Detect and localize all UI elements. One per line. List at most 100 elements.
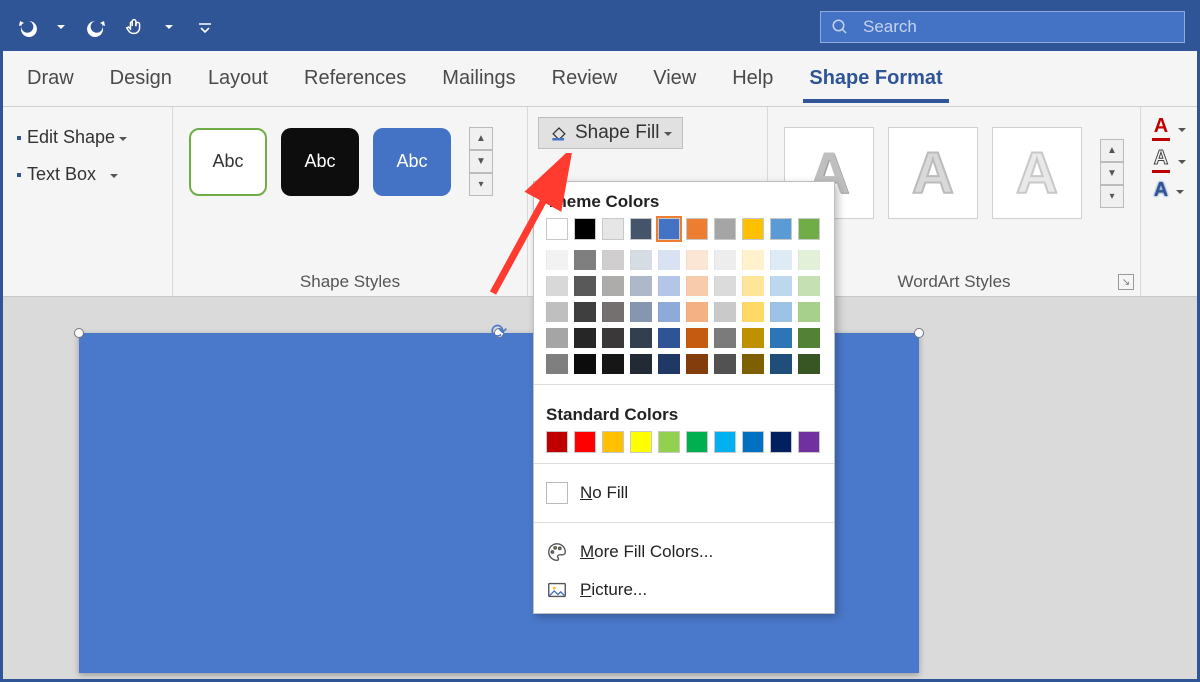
color-swatch[interactable] <box>686 276 708 296</box>
color-swatch[interactable] <box>546 218 568 240</box>
color-swatch[interactable] <box>798 302 820 322</box>
search-box[interactable]: Search <box>820 11 1185 43</box>
color-swatch[interactable] <box>770 276 792 296</box>
wordart-style-3[interactable]: A <box>992 127 1082 219</box>
color-swatch[interactable] <box>574 250 596 270</box>
touch-mode-button[interactable] <box>119 11 151 43</box>
color-swatch[interactable] <box>658 276 680 296</box>
wa-gallery-up[interactable]: ▲ <box>1100 139 1124 162</box>
color-swatch[interactable] <box>798 431 820 453</box>
color-swatch[interactable] <box>630 354 652 374</box>
color-swatch[interactable] <box>798 328 820 348</box>
color-swatch[interactable] <box>798 354 820 374</box>
color-swatch[interactable] <box>798 218 820 240</box>
color-swatch[interactable] <box>630 302 652 322</box>
color-swatch[interactable] <box>574 276 596 296</box>
shape-style-2[interactable]: Abc <box>281 128 359 196</box>
wa-gallery-more[interactable]: ▾ <box>1100 185 1124 208</box>
color-swatch[interactable] <box>714 218 736 240</box>
color-swatch[interactable] <box>770 354 792 374</box>
color-swatch[interactable] <box>546 328 568 348</box>
tab-help[interactable]: Help <box>714 51 791 107</box>
text-box-button[interactable]: Text Box <box>13 158 122 191</box>
rotate-handle[interactable]: ⟳ <box>491 319 508 344</box>
color-swatch[interactable] <box>742 431 764 453</box>
tab-layout[interactable]: Layout <box>190 51 286 107</box>
color-swatch[interactable] <box>714 276 736 296</box>
wordart-launcher[interactable]: ↘ <box>1118 274 1134 290</box>
color-swatch[interactable] <box>574 431 596 453</box>
color-swatch[interactable] <box>546 250 568 270</box>
color-swatch[interactable] <box>714 431 736 453</box>
color-swatch[interactable] <box>658 328 680 348</box>
color-swatch[interactable] <box>658 302 680 322</box>
color-swatch[interactable] <box>686 250 708 270</box>
color-swatch[interactable] <box>686 302 708 322</box>
shape-style-3[interactable]: Abc <box>373 128 451 196</box>
touch-mode-dropdown[interactable] <box>151 11 183 43</box>
color-swatch[interactable] <box>742 276 764 296</box>
color-swatch[interactable] <box>546 302 568 322</box>
tab-draw[interactable]: Draw <box>9 51 92 107</box>
color-swatch[interactable] <box>546 276 568 296</box>
no-fill-option[interactable]: No Fill <box>534 474 834 512</box>
tab-references[interactable]: References <box>286 51 424 107</box>
color-swatch[interactable] <box>602 431 624 453</box>
color-swatch[interactable] <box>574 354 596 374</box>
color-swatch[interactable] <box>742 354 764 374</box>
more-fill-colors-option[interactable]: More Fill Colors... <box>534 533 834 571</box>
color-swatch[interactable] <box>602 276 624 296</box>
color-swatch[interactable] <box>574 302 596 322</box>
color-swatch[interactable] <box>742 250 764 270</box>
gallery-more[interactable]: ▾ <box>469 173 493 196</box>
picture-fill-option[interactable]: Picture... <box>534 571 834 609</box>
color-swatch[interactable] <box>630 218 652 240</box>
undo-button[interactable] <box>11 11 43 43</box>
text-outline-button[interactable]: A <box>1152 147 1186 173</box>
color-swatch[interactable] <box>686 431 708 453</box>
color-swatch[interactable] <box>686 218 708 240</box>
color-swatch[interactable] <box>742 302 764 322</box>
color-swatch[interactable] <box>602 218 624 240</box>
color-swatch[interactable] <box>714 328 736 348</box>
color-swatch[interactable] <box>714 354 736 374</box>
color-swatch[interactable] <box>798 276 820 296</box>
color-swatch[interactable] <box>574 218 596 240</box>
undo-dropdown[interactable] <box>43 11 75 43</box>
color-swatch[interactable] <box>658 431 680 453</box>
redo-button[interactable] <box>81 11 113 43</box>
color-swatch[interactable] <box>658 218 680 240</box>
shape-style-1[interactable]: Abc <box>189 128 267 196</box>
color-swatch[interactable] <box>574 328 596 348</box>
color-swatch[interactable] <box>770 250 792 270</box>
color-swatch[interactable] <box>770 431 792 453</box>
customize-qat-button[interactable] <box>189 11 221 43</box>
color-swatch[interactable] <box>714 250 736 270</box>
color-swatch[interactable] <box>686 328 708 348</box>
color-swatch[interactable] <box>546 431 568 453</box>
gallery-row-down[interactable]: ▼ <box>469 150 493 173</box>
color-swatch[interactable] <box>742 328 764 348</box>
text-fill-button[interactable]: A <box>1152 115 1186 141</box>
color-swatch[interactable] <box>770 302 792 322</box>
color-swatch[interactable] <box>630 250 652 270</box>
color-swatch[interactable] <box>658 354 680 374</box>
gallery-row-up[interactable]: ▲ <box>469 127 493 150</box>
color-swatch[interactable] <box>630 328 652 348</box>
color-swatch[interactable] <box>602 302 624 322</box>
color-swatch[interactable] <box>798 250 820 270</box>
color-swatch[interactable] <box>658 250 680 270</box>
tab-review[interactable]: Review <box>534 51 636 107</box>
tab-view[interactable]: View <box>635 51 714 107</box>
color-swatch[interactable] <box>686 354 708 374</box>
color-swatch[interactable] <box>630 431 652 453</box>
shape-fill-button[interactable]: Shape Fill <box>538 117 683 149</box>
color-swatch[interactable] <box>602 328 624 348</box>
color-swatch[interactable] <box>770 218 792 240</box>
wordart-style-2[interactable]: A <box>888 127 978 219</box>
wa-gallery-down[interactable]: ▼ <box>1100 162 1124 185</box>
color-swatch[interactable] <box>770 328 792 348</box>
color-swatch[interactable] <box>630 276 652 296</box>
color-swatch[interactable] <box>714 302 736 322</box>
color-swatch[interactable] <box>546 354 568 374</box>
